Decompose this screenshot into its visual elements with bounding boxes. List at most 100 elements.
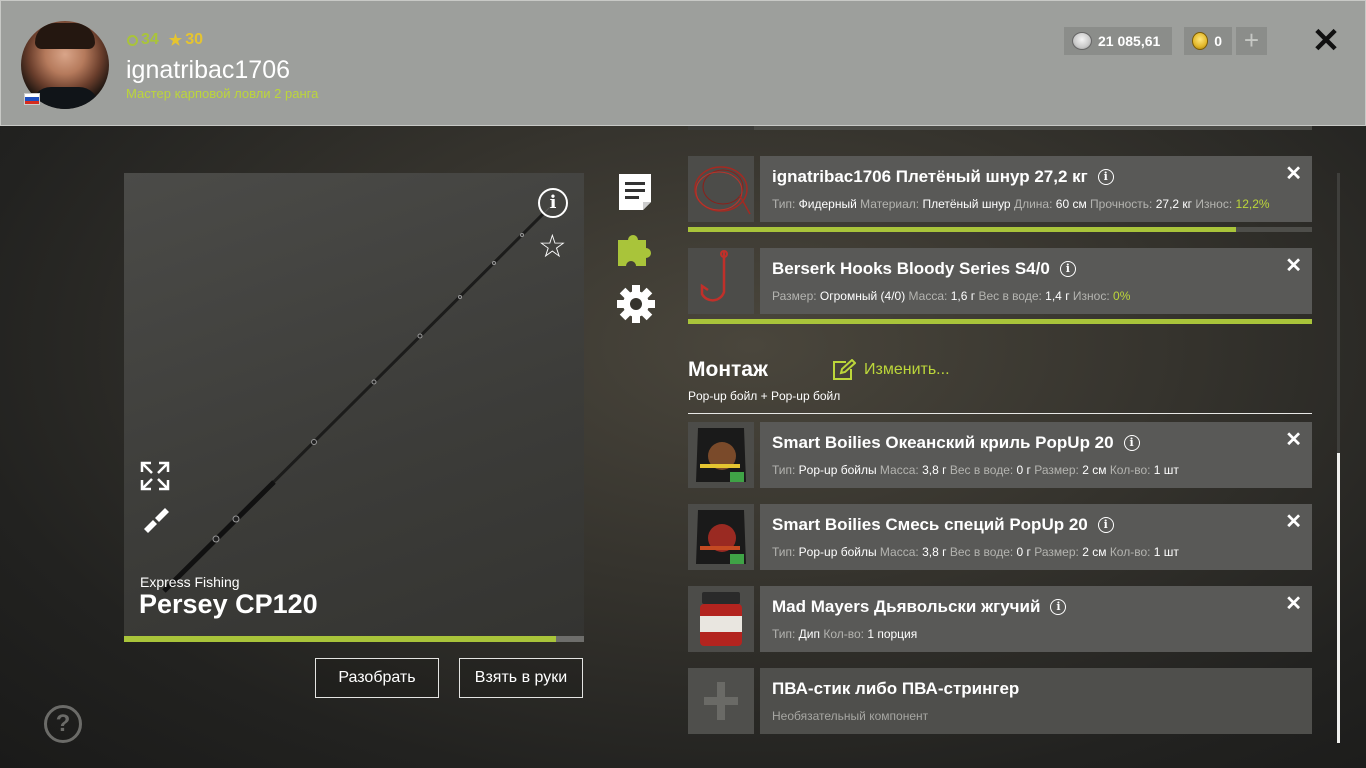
property-label: Кол-во: [823,627,868,641]
scrollbar-thumb[interactable] [1337,453,1340,743]
rod-name: Persey CP120 [139,589,318,619]
info-icon[interactable]: i [1059,261,1076,277]
property-label: Износ: [1195,197,1236,211]
rod-preview[interactable]: i ☆ Express Fishing Persey CP120 [124,173,584,636]
braided-line-icon [688,156,754,222]
hook-condition-bar [688,319,1312,324]
disassemble-button[interactable]: Разобрать [315,658,439,698]
change-label: Изменить... [864,361,950,378]
remove-item-button[interactable]: ✕ [1285,256,1302,276]
russia-flag-icon [24,93,40,105]
dip-item[interactable]: Mad Mayers Дьявольски жгучий i Тип: Дип … [688,586,1312,652]
bait-item[interactable]: Smart Boilies Океанский криль PopUp 20 i… [688,422,1312,488]
info-icon[interactable]: i [1097,169,1114,185]
property-label: Масса: [879,545,923,559]
property-value: Фидерный [798,197,857,211]
info-icon[interactable]: i [1050,599,1067,615]
close-button[interactable]: ✕ [1311,24,1341,58]
property-value: 3,8 г [922,545,947,559]
property-label: Кол-во: [1109,463,1154,477]
buy-gold-button[interactable]: + [1236,27,1267,55]
description-icon[interactable] [616,172,654,212]
property-value: 2 см [1082,463,1107,477]
item-title: Smart Boilies Смесь специй PopUp 20 [772,515,1088,534]
rod-info-icon[interactable]: i [538,188,568,218]
item-properties: Тип: Фидерный Материал: Плетёный шнур Дл… [772,197,1270,211]
info-icon[interactable]: i [1097,517,1114,533]
property-value: 1,6 г [950,289,976,303]
rod-condition-bar [124,636,584,642]
silver-balance: 21 085,61 [1064,27,1172,55]
property-value: 0% [1113,289,1131,303]
property-label: Тип: [772,197,799,211]
info-icon[interactable]: i [1123,435,1140,451]
remove-item-button[interactable]: ✕ [1285,594,1302,614]
property-value: 1 порция [867,627,918,641]
previous-item-edge [688,126,1312,130]
property-label: Вес в воде: [949,463,1017,477]
boilie-bag-icon [688,504,754,570]
gold-balance: 0 [1184,27,1232,55]
property-label: Длина: [1013,197,1056,211]
settings-gear-icon[interactable] [616,284,656,324]
gold-coins-icon [1192,32,1209,50]
slot-subtitle: Необязательный компонент [772,709,929,723]
rank-stat: ★ 30 [169,31,203,49]
paint-brush-icon[interactable] [140,503,170,533]
favorite-star-icon[interactable]: ☆ [538,229,567,263]
rank-value: 30 [185,31,204,48]
player-stats: 34 ★ 30 [127,31,203,49]
remove-item-button[interactable]: ✕ [1285,512,1302,532]
property-value: 3,8 г [922,463,947,477]
tackle-hook-item[interactable]: Berserk Hooks Bloody Series S4/0 i Разме… [688,248,1312,314]
add-item-plus-icon [704,682,738,720]
help-icon[interactable]: ? [44,705,82,743]
item-title: Smart Boilies Океанский криль PopUp 20 [772,433,1114,452]
property-value: 60 см [1055,197,1087,211]
property-value: Плетёный шнур [922,197,1011,211]
property-label: Вес в воде: [978,289,1046,303]
property-value: 1,4 г [1045,289,1070,303]
property-value: 12,2% [1235,197,1270,211]
slot-title: ПВА-стик либо ПВА-стрингер [772,679,1020,698]
tackle-puzzle-icon[interactable] [616,228,656,268]
property-value: 2 см [1082,545,1107,559]
item-title: Mad Mayers Дьявольски жгучий [772,597,1041,616]
dip-jar-icon [688,586,754,652]
property-label: Масса: [879,463,923,477]
property-label: Вес в воде: [949,545,1017,559]
property-label: Размер: [1034,463,1083,477]
property-label: Размер: [772,289,820,303]
player-header: 34 ★ 30 ignatribac1706 Мастер карповой л… [0,0,1366,126]
rank-star-icon: ★ [168,32,183,49]
username: ignatribac1706 [126,56,291,84]
take-in-hands-button[interactable]: Взять в руки [459,658,583,698]
property-label: Тип: [772,463,799,477]
item-title: Berserk Hooks Bloody Series S4/0 [772,259,1050,278]
player-title: Мастер карповой ловли 2 ранга [126,86,319,101]
assembly-title: Монтаж [688,358,768,381]
property-value: Дип [798,627,820,641]
property-label: Размер: [1034,545,1083,559]
change-assembly-button[interactable]: Изменить... [832,359,950,381]
item-title: ignatribac1706 Плетёный шнур 27,2 кг [772,167,1088,186]
bait-item[interactable]: Smart Boilies Смесь специй PopUp 20 i Ти… [688,504,1312,570]
property-value: 0 г [1016,463,1031,477]
hook-icon [688,248,754,314]
optional-pva-slot[interactable]: ПВА-стик либо ПВА-стрингер Необязательны… [688,668,1312,734]
rod-image [162,206,551,593]
remove-item-button[interactable]: ✕ [1285,164,1302,184]
property-value: Огромный (4/0) [819,289,906,303]
property-value: 0 г [1016,545,1031,559]
expand-icon[interactable] [140,461,170,491]
property-label: Прочность: [1090,197,1156,211]
rod-brand: Express Fishing [140,574,240,590]
level-value: 34 [141,31,159,48]
edit-icon [833,359,856,380]
level-ring-icon [127,34,138,46]
property-label: Износ: [1072,289,1114,303]
item-properties: Тип: Pop-up бойлы Масса: 3,8 г Вес в вод… [772,463,1179,477]
remove-item-button[interactable]: ✕ [1285,430,1302,450]
property-label: Кол-во: [1109,545,1154,559]
tackle-line-item[interactable]: ignatribac1706 Плетёный шнур 27,2 кг i Т… [688,156,1312,222]
